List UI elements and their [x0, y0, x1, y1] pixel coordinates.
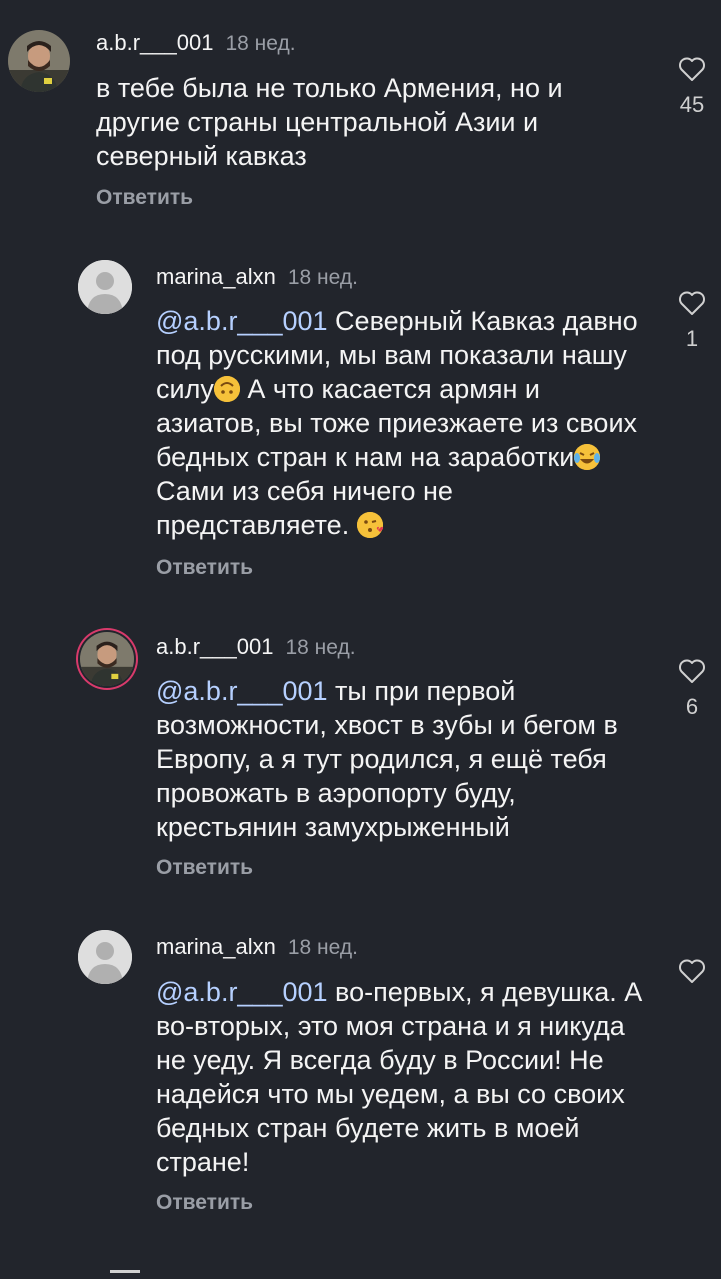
comment-header: a.b.r___001 18 нед.: [156, 634, 356, 660]
reply-button[interactable]: Ответить: [156, 1191, 253, 1215]
default-user-avatar-icon[interactable]: [78, 260, 132, 314]
reply-button[interactable]: Ответить: [156, 556, 253, 580]
like-button[interactable]: [672, 958, 712, 984]
timestamp: 18 нед.: [285, 636, 356, 659]
mention-link[interactable]: @a.b.r___001: [156, 977, 328, 1007]
username[interactable]: a.b.r___001: [96, 30, 213, 55]
heart-outline-icon[interactable]: [678, 958, 706, 984]
tears-of-joy-emoji: [574, 444, 601, 470]
text-part: во-первых, я девушка. А во-вторых, это м…: [156, 977, 643, 1177]
like-button[interactable]: 6: [672, 658, 712, 720]
heart-outline-icon[interactable]: [678, 56, 706, 82]
timestamp: 18 нед.: [225, 32, 296, 55]
divider: [110, 1270, 140, 1273]
username[interactable]: marina_alxn: [156, 934, 276, 959]
comment-text: @a.b.r___001 во-первых, я девушка. А во-…: [156, 975, 646, 1179]
username[interactable]: a.b.r___001: [156, 634, 273, 659]
kissing-heart-emoji: [356, 512, 383, 538]
comment-text: @a.b.r___001 ты при первой возможности, …: [156, 674, 646, 844]
heart-outline-icon[interactable]: [678, 290, 706, 316]
like-count: 45: [679, 92, 705, 117]
heart-outline-icon[interactable]: [678, 658, 706, 684]
avatar[interactable]: [8, 30, 70, 92]
comment-header: a.b.r___001 18 нед.: [96, 30, 296, 56]
avatar[interactable]: [80, 632, 134, 686]
reply-button[interactable]: Ответить: [96, 186, 193, 210]
text-part: Сами из себя ничего не представляете.: [156, 476, 453, 540]
timestamp: 18 нед.: [287, 936, 358, 959]
upside-down-smile-emoji: [213, 376, 240, 402]
like-button[interactable]: 45: [672, 56, 712, 118]
like-button[interactable]: 1: [672, 290, 712, 352]
like-count: 6: [685, 694, 699, 719]
like-count: 1: [685, 326, 699, 351]
mention-link[interactable]: @a.b.r___001: [156, 306, 328, 336]
mention-link[interactable]: @a.b.r___001: [156, 676, 328, 706]
comment-text: в тебе была не только Армения, но и друг…: [96, 73, 563, 171]
comment-header: marina_alxn 18 нед.: [156, 934, 358, 960]
comment-header: marina_alxn 18 нед.: [156, 264, 358, 290]
username[interactable]: marina_alxn: [156, 264, 276, 289]
timestamp: 18 нед.: [287, 266, 358, 289]
default-user-avatar-icon[interactable]: [78, 930, 132, 984]
reply-button[interactable]: Ответить: [156, 856, 253, 880]
comment-text: @a.b.r___001 Северный Кавказ давно под р…: [156, 304, 646, 542]
